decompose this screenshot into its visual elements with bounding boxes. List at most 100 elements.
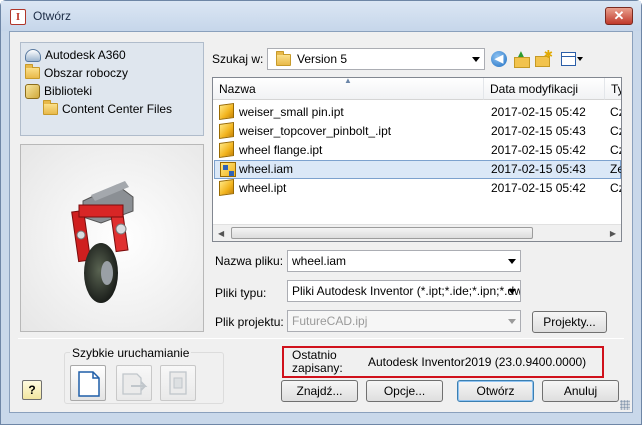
column-label: Data modyfikacji xyxy=(490,82,579,96)
open-button[interactable]: Otwórz xyxy=(457,380,534,402)
file-date: 2017-02-15 05:42 xyxy=(491,143,586,157)
find-button[interactable]: Znajdź... xyxy=(281,380,358,402)
inventor-app-icon: I xyxy=(10,9,26,25)
file-list[interactable]: ▲ Nazwa Data modyfikacji Ty weiser_small… xyxy=(212,77,622,242)
cancel-button[interactable]: Anuluj xyxy=(542,380,619,402)
quick-launch-open-button xyxy=(116,365,152,401)
file-type: Cz xyxy=(610,105,621,119)
chevron-down-icon xyxy=(508,289,516,294)
scroll-right-icon[interactable]: ▶ xyxy=(610,229,616,238)
chevron-down-icon xyxy=(508,259,516,264)
open-document-icon xyxy=(122,373,148,395)
lookin-label: Szukaj w: xyxy=(212,52,264,66)
file-preview xyxy=(20,144,204,332)
file-row[interactable]: weiser_topcover_pinbolt_.ipt 2017-02-15 … xyxy=(214,121,621,141)
locations-pane: Autodesk A360 Obszar roboczy Biblioteki … xyxy=(20,42,204,136)
file-type: Cz xyxy=(610,143,621,157)
view-menu-button[interactable] xyxy=(559,49,585,69)
title-bar: I Otwórz ✕ xyxy=(1,1,641,31)
open-dialog: I Otwórz ✕ Autodesk A360 Obszar roboczy … xyxy=(0,0,642,425)
projects-button[interactable]: Projekty... xyxy=(532,311,607,333)
file-name: weiser_small pin.ipt xyxy=(239,105,344,119)
file-name: wheel.ipt xyxy=(239,181,287,195)
wheel-assembly-preview-image xyxy=(71,181,134,303)
back-arrow-icon: ◀ xyxy=(491,51,507,67)
last-saved-info: Ostatnio zapisany: Autodesk Inventor2019… xyxy=(282,346,604,378)
filename-value: wheel.iam xyxy=(292,254,347,268)
filename-label: Nazwa pliku: xyxy=(215,254,284,268)
file-type: Cz xyxy=(610,181,621,195)
lookin-value: Version 5 xyxy=(297,52,348,66)
part-file-icon xyxy=(219,178,234,197)
projects-icon xyxy=(169,371,187,395)
location-label: Obszar roboczy xyxy=(44,66,129,80)
column-header-date[interactable]: Data modyfikacji xyxy=(484,78,605,100)
column-label: Nazwa xyxy=(219,82,256,96)
project-label: Plik projektu: xyxy=(215,315,284,329)
new-folder-button[interactable] xyxy=(533,48,553,69)
quick-launch-new-button[interactable] xyxy=(70,365,106,401)
file-date: 2017-02-15 05:42 xyxy=(491,105,586,119)
file-row-selected[interactable]: wheel.iam 2017-02-15 05:43 Ze xyxy=(214,160,621,179)
location-label: Biblioteki xyxy=(44,84,93,98)
scroll-left-icon[interactable]: ◀ xyxy=(218,229,224,238)
file-type: Ze xyxy=(610,162,621,176)
location-content-center[interactable]: Content Center Files xyxy=(43,100,172,118)
quick-launch-projects-button xyxy=(160,365,196,401)
column-header-name[interactable]: ▲ Nazwa xyxy=(213,78,484,100)
filename-input[interactable]: wheel.iam xyxy=(287,250,521,272)
part-file-icon xyxy=(219,102,234,121)
new-document-icon xyxy=(78,371,100,397)
file-date: 2017-02-15 05:43 xyxy=(491,124,586,138)
view-details-icon xyxy=(561,51,583,67)
last-saved-label-line2: zapisany: xyxy=(292,361,343,375)
scrollbar-thumb[interactable] xyxy=(231,227,533,239)
divider xyxy=(18,338,624,339)
location-a360[interactable]: Autodesk A360 xyxy=(25,46,126,64)
back-button[interactable]: ◀ xyxy=(489,49,509,69)
location-libraries[interactable]: Biblioteki xyxy=(25,82,92,100)
dialog-body: Autodesk A360 Obszar roboczy Biblioteki … xyxy=(9,31,633,413)
file-type: Cz xyxy=(610,124,621,138)
file-row[interactable]: weiser_small pin.ipt 2017-02-15 05:42 Cz xyxy=(214,102,621,122)
options-button[interactable]: Opcje... xyxy=(366,380,443,402)
resize-grip[interactable] xyxy=(620,400,630,410)
file-name: wheel flange.ipt xyxy=(239,143,323,157)
quick-launch-title: Szybkie uruchamianie xyxy=(70,346,192,360)
up-folder-button[interactable] xyxy=(511,49,531,69)
a360-icon xyxy=(25,48,41,62)
assembly-file-icon xyxy=(220,162,236,177)
file-name: weiser_topcover_pinbolt_.ipt xyxy=(239,124,392,138)
sort-ascending-icon: ▲ xyxy=(344,77,352,85)
part-file-icon xyxy=(219,121,234,140)
close-button[interactable]: ✕ xyxy=(605,7,633,25)
file-row[interactable]: wheel.ipt 2017-02-15 05:42 Cz xyxy=(214,178,621,198)
column-label: Ty xyxy=(611,82,621,96)
help-button[interactable]: ? xyxy=(22,380,42,400)
horizontal-scrollbar[interactable]: ◀ ▶ xyxy=(213,224,621,241)
folder-icon xyxy=(25,64,40,79)
file-date: 2017-02-15 05:42 xyxy=(491,181,586,195)
chevron-down-icon xyxy=(472,57,480,62)
location-workspace[interactable]: Obszar roboczy xyxy=(25,64,128,82)
folder-icon xyxy=(43,100,58,115)
part-file-icon xyxy=(219,140,234,159)
libraries-icon xyxy=(25,83,40,99)
file-row[interactable]: wheel flange.ipt 2017-02-15 05:42 Cz xyxy=(214,140,621,160)
location-label: Autodesk A360 xyxy=(45,48,126,62)
window-title: Otwórz xyxy=(33,9,72,23)
lookin-combo[interactable]: Version 5 xyxy=(267,48,485,70)
new-folder-icon xyxy=(535,48,553,67)
file-date: 2017-02-15 05:43 xyxy=(491,162,586,176)
chevron-down-icon xyxy=(508,319,516,324)
up-folder-icon xyxy=(513,49,530,68)
project-value: FutureCAD.ipj xyxy=(292,314,368,328)
filetype-value: Pliki Autodesk Inventor (*.ipt;*.ide;*.i… xyxy=(292,284,521,298)
last-saved-value: Autodesk Inventor2019 (23.0.9400.0000) xyxy=(368,355,587,369)
folder-icon xyxy=(276,51,291,66)
last-saved-label: Ostatnio zapisany: xyxy=(292,349,343,375)
filetype-select[interactable]: Pliki Autodesk Inventor (*.ipt;*.ide;*.i… xyxy=(287,280,521,302)
file-name: wheel.iam xyxy=(239,162,294,176)
project-select: FutureCAD.ipj xyxy=(287,310,521,332)
column-header-type[interactable]: Ty xyxy=(605,78,621,100)
